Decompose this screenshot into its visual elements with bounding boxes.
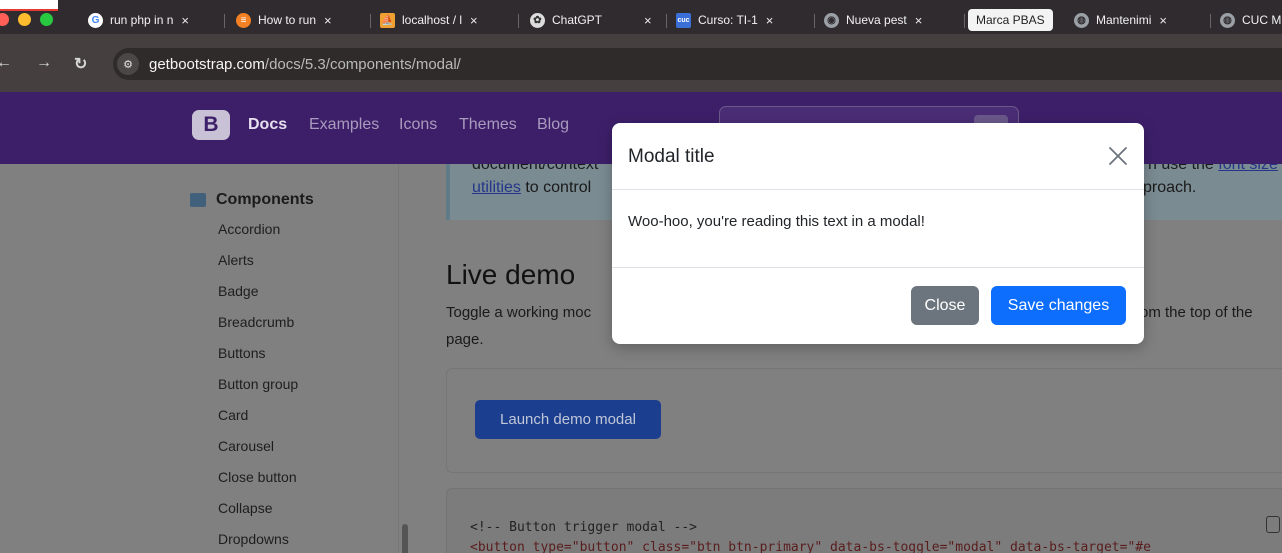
- description-text: om the top of the: [1140, 304, 1253, 321]
- sidebar-item-badge[interactable]: Badge: [218, 283, 258, 299]
- sidebar-item-breadcrumb[interactable]: Breadcrumb: [218, 314, 294, 330]
- site-settings-icon[interactable]: ⚙: [117, 53, 139, 75]
- browser-tab[interactable]: G run php in n ×: [88, 8, 218, 32]
- nav-link-icons[interactable]: Icons: [399, 116, 437, 134]
- nav-link-themes[interactable]: Themes: [459, 116, 517, 134]
- code-line: <!-- Button trigger modal -->: [470, 520, 697, 535]
- tab-close-icon[interactable]: ×: [324, 13, 332, 28]
- copy-icon[interactable]: [1266, 516, 1280, 533]
- close-button[interactable]: Close: [911, 286, 979, 325]
- chrome-icon: ◉: [824, 12, 839, 28]
- sidebar-section-components[interactable]: Components: [190, 191, 314, 209]
- browser-tab-bar: G run php in n × ≡ How to run × ⛵ localh…: [0, 0, 1282, 34]
- sidebar-section-label: Components: [216, 191, 314, 208]
- globe-icon: ◍: [1220, 12, 1235, 28]
- browser-tab[interactable]: ✿ ChatGPT ×: [530, 8, 662, 32]
- bootstrap-logo[interactable]: B: [192, 110, 230, 140]
- url-field[interactable]: ⚙ getbootstrap.com/docs/5.3/components/m…: [113, 48, 1282, 80]
- url-path: /docs/5.3/components/modal/: [264, 55, 461, 73]
- sidebar-item-accordion[interactable]: Accordion: [218, 221, 280, 237]
- sidebar-item-alerts[interactable]: Alerts: [218, 252, 254, 268]
- tab-close-icon[interactable]: ×: [766, 13, 774, 28]
- modal-title: Modal title: [628, 146, 715, 167]
- stackoverflow-icon: ≡: [236, 12, 251, 28]
- window-close-icon[interactable]: [0, 13, 9, 26]
- code-line: <button type="button" class="btn btn-pri…: [470, 540, 1151, 553]
- sidebar-divider: [398, 164, 399, 553]
- tab-close-icon[interactable]: ×: [644, 13, 652, 28]
- globe-icon: ◍: [1074, 12, 1089, 28]
- back-arrow-icon[interactable]: ←: [0, 54, 12, 72]
- nav-link-blog[interactable]: Blog: [537, 116, 569, 134]
- browser-tab[interactable]: ◍ CUC M: [1220, 8, 1282, 32]
- launch-demo-modal-button[interactable]: Launch demo modal: [475, 400, 661, 439]
- description-text: page.: [446, 331, 484, 348]
- sidebar-item-button-group[interactable]: Button group: [218, 376, 298, 392]
- tab-title: Nueva pest: [846, 13, 907, 27]
- modal-body-text: Woo-hoo, you're reading this text in a m…: [628, 213, 925, 230]
- window-maximize-icon[interactable]: [40, 13, 53, 26]
- window-minimize-icon[interactable]: [18, 13, 31, 26]
- tab-title: How to run: [258, 13, 317, 27]
- forward-arrow-icon[interactable]: →: [36, 54, 52, 72]
- phpmyadmin-icon: ⛵: [380, 12, 395, 28]
- sidebar-item-dropdowns[interactable]: Dropdowns: [218, 531, 289, 547]
- address-bar-row: ← → ↻ ⚙ getbootstrap.com/docs/5.3/compon…: [0, 34, 1282, 92]
- font-size-link[interactable]: font size: [1218, 164, 1278, 173]
- section-heading-live-demo: Live demo: [446, 259, 576, 290]
- nav-link-examples[interactable]: Examples: [309, 116, 379, 134]
- tab-close-icon[interactable]: ×: [1159, 13, 1167, 28]
- reload-icon[interactable]: ↻: [74, 54, 87, 74]
- tab-title: CUC M: [1242, 13, 1282, 27]
- modal-header: Modal title: [612, 123, 1144, 190]
- callout-text: document/context: [472, 164, 599, 173]
- url-text[interactable]: getbootstrap.com/docs/5.3/components/mod…: [149, 56, 461, 73]
- sidebar-item-close-button[interactable]: Close button: [218, 469, 297, 485]
- annotation-highlight: [0, 0, 58, 11]
- url-host: getbootstrap.com: [149, 55, 265, 73]
- google-icon: G: [88, 12, 103, 28]
- sidebar-item-carousel[interactable]: Carousel: [218, 438, 274, 454]
- browser-tab[interactable]: ◉ Nueva pest ×: [824, 8, 960, 32]
- tab-title: Curso: TI-1: [698, 13, 758, 27]
- browser-tab[interactable]: cuc Curso: TI-1 ×: [676, 8, 806, 32]
- tab-close-icon[interactable]: ×: [470, 13, 478, 28]
- modal-close-icon[interactable]: [1106, 144, 1130, 168]
- tab-title: Mantenimi: [1096, 13, 1152, 27]
- sidebar-scrollbar[interactable]: [402, 524, 408, 553]
- callout-text-fragment: n use the: [1148, 164, 1219, 173]
- callout-text: utilities to control: [472, 179, 591, 197]
- sidebar-item-collapse[interactable]: Collapse: [218, 500, 272, 516]
- save-changes-button[interactable]: Save changes: [991, 286, 1126, 325]
- browser-tab-active[interactable]: Marca PBAS: [968, 9, 1053, 31]
- nav-link-docs[interactable]: Docs: [248, 116, 287, 134]
- tab-title: localhost / l: [402, 13, 463, 27]
- tab-title: Marca PBAS: [976, 13, 1045, 27]
- modal-footer: Close Save changes: [612, 267, 1144, 344]
- browser-tab[interactable]: ◍ Mantenimi ×: [1074, 8, 1206, 32]
- browser-tab[interactable]: ⛵ localhost / l ×: [380, 8, 510, 32]
- cuc-icon: cuc: [676, 12, 691, 28]
- description-text: Toggle a working moc: [446, 304, 592, 321]
- utilities-link[interactable]: utilities: [472, 179, 521, 196]
- modal-dialog: Modal title Woo-hoo, you're reading this…: [612, 123, 1144, 344]
- tab-close-icon[interactable]: ×: [915, 13, 923, 28]
- tab-title: ChatGPT: [552, 13, 603, 27]
- chatgpt-icon: ✿: [530, 12, 545, 28]
- components-icon: [190, 193, 206, 207]
- sidebar-item-buttons[interactable]: Buttons: [218, 345, 265, 361]
- sidebar-item-card[interactable]: Card: [218, 407, 248, 423]
- callout-text: proach.: [1143, 179, 1197, 196]
- callout-text: n use the font size: [1148, 164, 1278, 174]
- tab-close-icon[interactable]: ×: [181, 13, 189, 28]
- tab-title: run php in n: [110, 13, 174, 27]
- browser-tab[interactable]: ≡ How to run ×: [236, 8, 364, 32]
- callout-text-fragment: to control: [520, 179, 592, 196]
